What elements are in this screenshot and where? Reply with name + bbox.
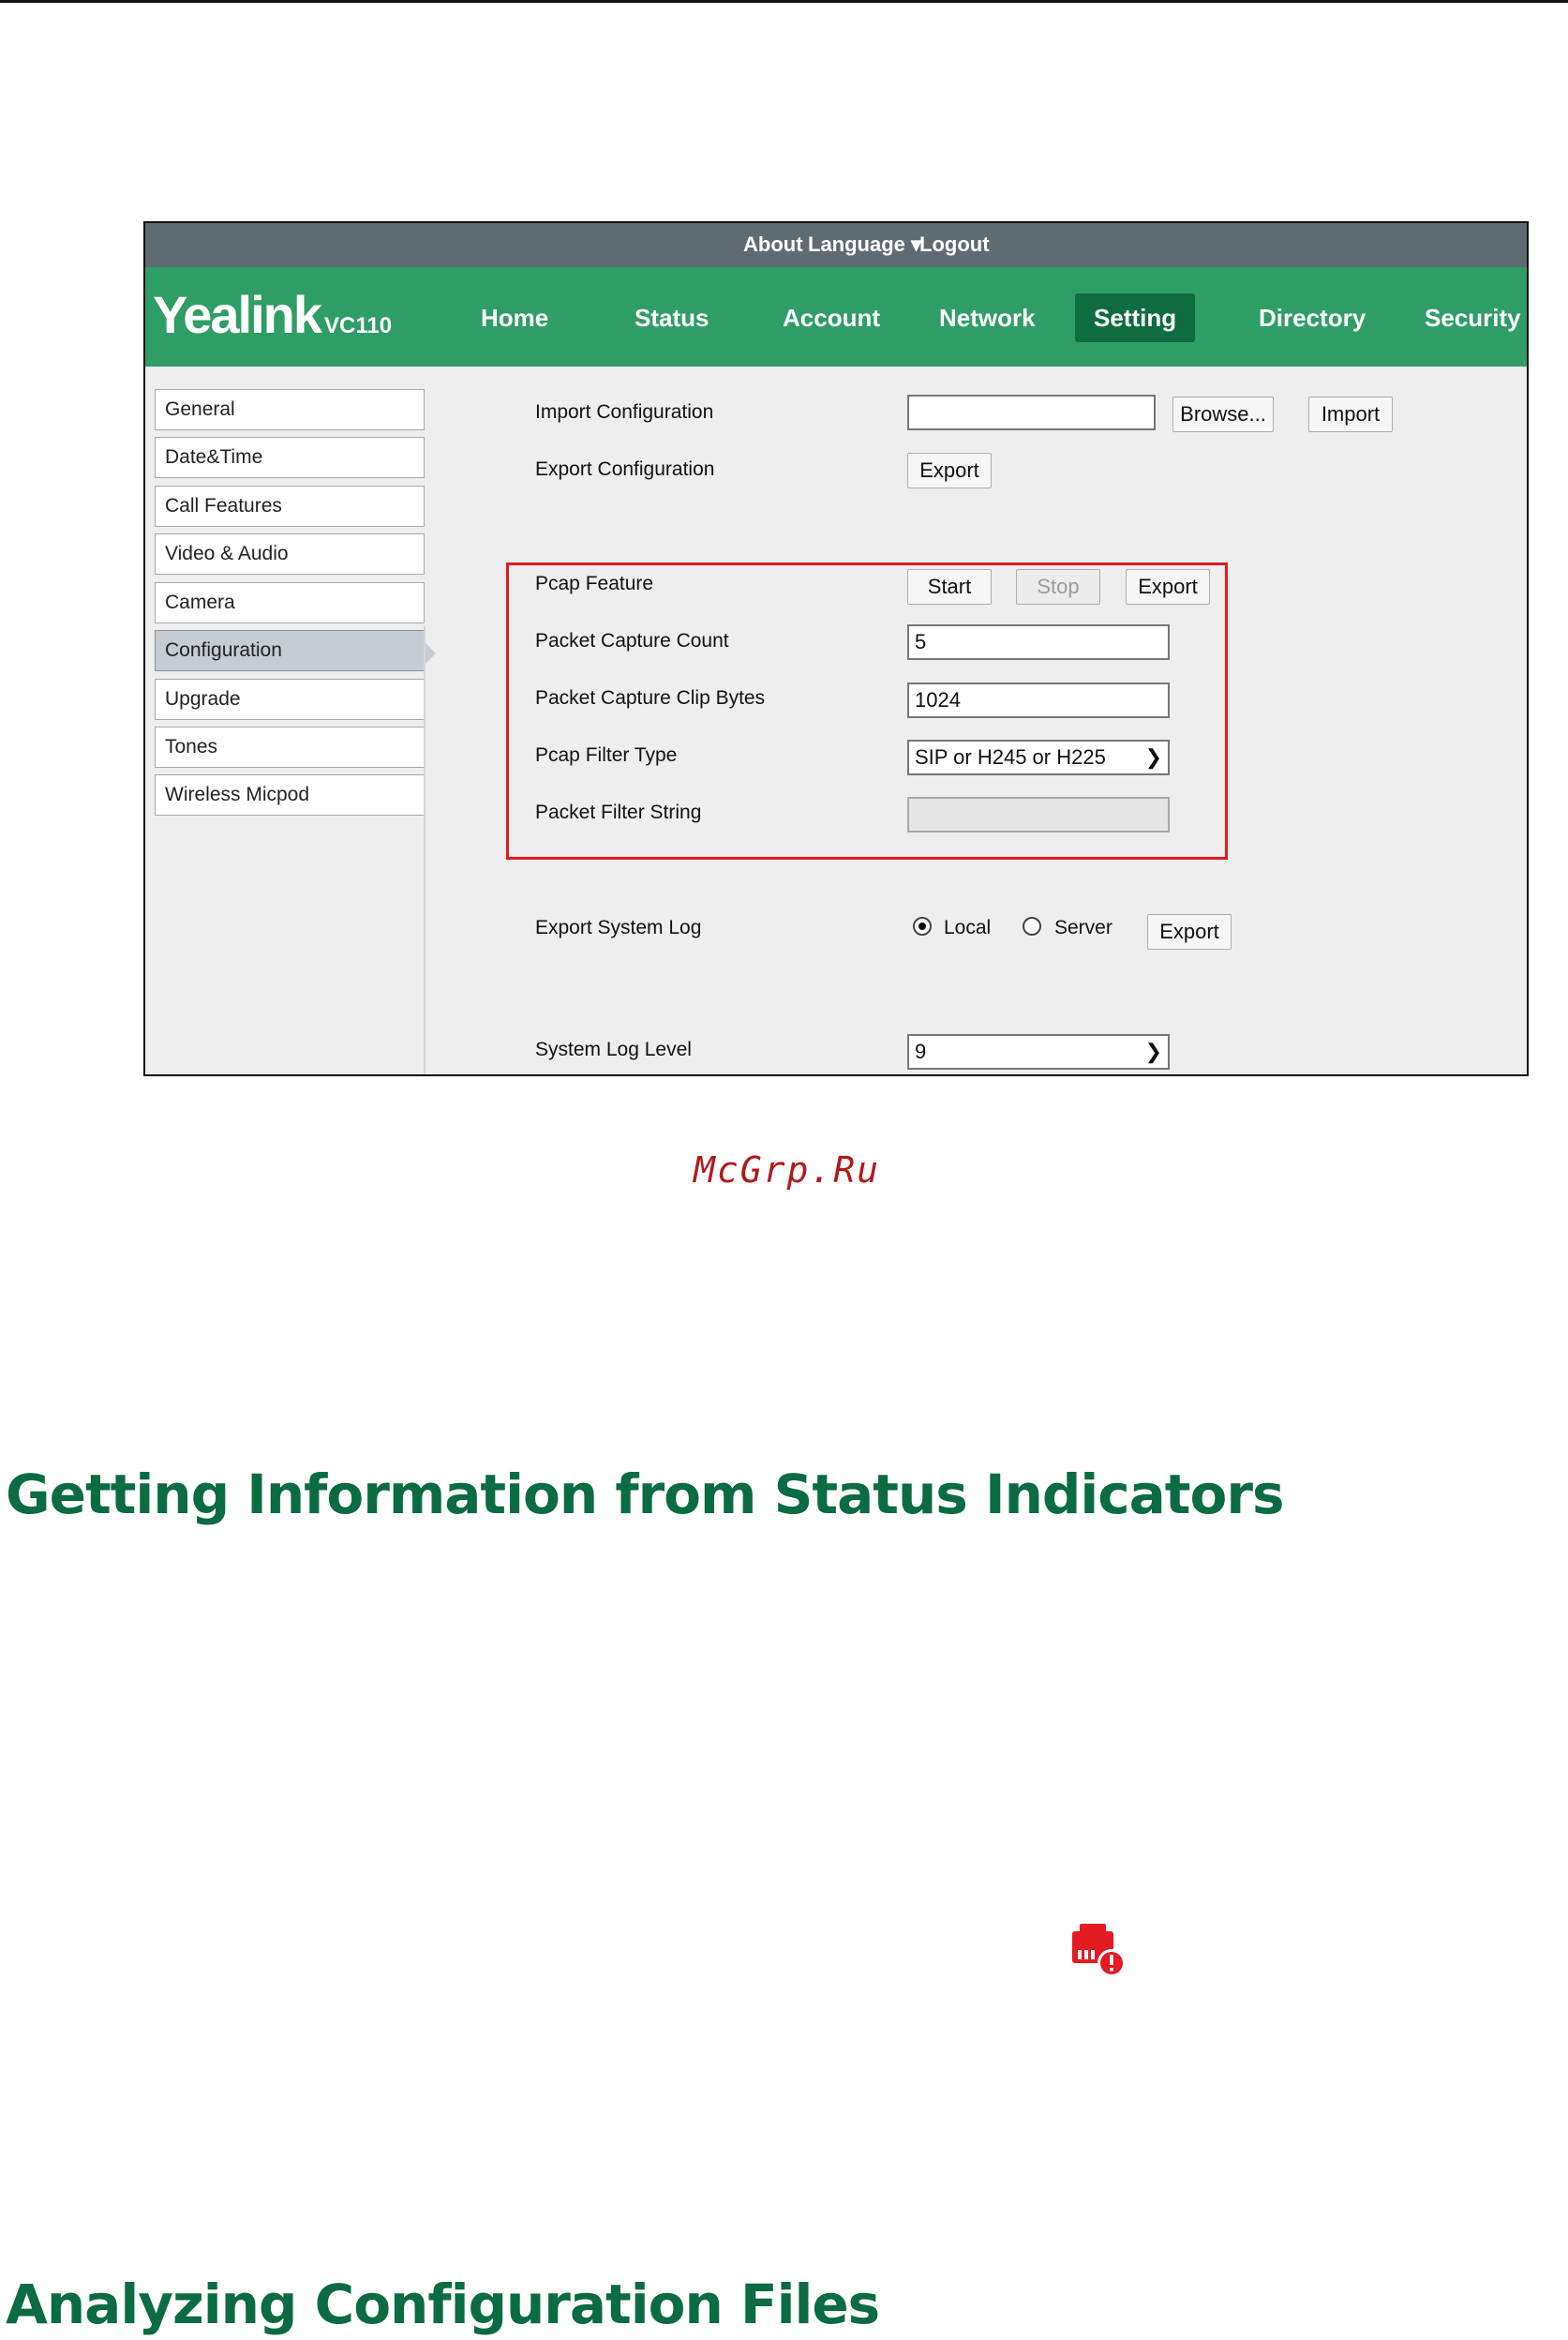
sidebar-divider bbox=[424, 626, 426, 1074]
export-config-label: Export Configuration bbox=[535, 458, 715, 480]
sidebar-item-video-audio[interactable]: Video & Audio bbox=[155, 533, 425, 575]
nav-account[interactable]: Account bbox=[764, 293, 899, 342]
filter-type-select[interactable]: SIP or H245 or H225 ❯ bbox=[907, 740, 1170, 775]
pcap-start-button[interactable]: Start bbox=[907, 569, 992, 605]
radio-server-label: Server bbox=[1054, 917, 1113, 938]
syslog-level-label: System Log Level bbox=[535, 1039, 692, 1060]
nav-network[interactable]: Network bbox=[920, 293, 1054, 342]
sidebar-item-upgrade[interactable]: Upgrade bbox=[155, 679, 425, 720]
export-config-button[interactable]: Export bbox=[907, 453, 992, 488]
pcap-feature-label: Pcap Feature bbox=[535, 573, 654, 594]
nav-status[interactable]: Status bbox=[616, 293, 727, 342]
chevron-down-icon: ❯ bbox=[1144, 745, 1162, 769]
sidebar-item-wireless-micpod[interactable]: Wireless Micpod bbox=[155, 774, 425, 816]
sidebar-item-call-features[interactable]: Call Features bbox=[155, 486, 425, 527]
logout-link[interactable]: Logout bbox=[919, 232, 990, 257]
heading-status-indicators: Getting Information from Status Indicato… bbox=[6, 1462, 1285, 1526]
top-bar: About Language ▾ Logout bbox=[145, 223, 1527, 267]
import-config-label: Import Configuration bbox=[535, 401, 714, 423]
sidebar-item-camera[interactable]: Camera bbox=[155, 582, 425, 623]
capture-count-label: Packet Capture Count bbox=[535, 630, 729, 652]
about-link[interactable]: About bbox=[743, 232, 803, 257]
radio-local[interactable] bbox=[913, 917, 932, 936]
nav-directory[interactable]: Directory bbox=[1240, 293, 1384, 342]
filter-type-label: Pcap Filter Type bbox=[535, 744, 678, 766]
heading-config-files: Analyzing Configuration Files bbox=[6, 2272, 880, 2336]
nav-setting[interactable]: Setting bbox=[1075, 293, 1196, 342]
nav-security[interactable]: Security bbox=[1406, 293, 1527, 342]
active-item-arrow bbox=[425, 642, 436, 665]
clip-bytes-label: Packet Capture Clip Bytes bbox=[535, 687, 766, 709]
capture-count-field[interactable]: 5 bbox=[907, 624, 1170, 660]
sidebar-item-general[interactable]: General bbox=[155, 389, 425, 430]
chevron-down-icon: ❯ bbox=[1144, 1040, 1162, 1063]
page-top-rule bbox=[0, 0, 1568, 3]
import-file-field[interactable] bbox=[907, 395, 1156, 430]
syslog-level-select[interactable]: 9 ❯ bbox=[907, 1034, 1170, 1070]
filter-string-field[interactable] bbox=[907, 797, 1170, 832]
filter-string-label: Packet Filter String bbox=[535, 802, 702, 823]
browse-button[interactable]: Browse... bbox=[1172, 397, 1274, 432]
clip-bytes-field[interactable]: 1024 bbox=[907, 682, 1170, 718]
language-menu[interactable]: Language ▾ bbox=[808, 232, 921, 257]
yealink-logo: Yealink VC110 bbox=[153, 285, 393, 344]
export-syslog-label: Export System Log bbox=[535, 917, 702, 938]
export-syslog-button[interactable]: Export bbox=[1147, 914, 1232, 950]
pcap-stop-button[interactable]: Stop bbox=[1016, 569, 1100, 605]
watermark: McGrp.Ru bbox=[694, 1149, 881, 1191]
import-button[interactable]: Import bbox=[1308, 397, 1393, 432]
main-nav: Yealink VC110 Home Status Account Network… bbox=[145, 267, 1527, 367]
pcap-export-button[interactable]: Export bbox=[1126, 569, 1210, 605]
nav-home[interactable]: Home bbox=[462, 293, 567, 342]
sidebar-item-configuration[interactable]: Configuration bbox=[155, 630, 425, 671]
sidebar-item-datetime[interactable]: Date&Time bbox=[155, 437, 425, 478]
sidebar-item-tones[interactable]: Tones bbox=[155, 727, 425, 768]
network-error-icon bbox=[1072, 1924, 1126, 1977]
radio-server[interactable] bbox=[1023, 917, 1041, 936]
web-ui-screenshot: About Language ▾ Logout Yealink VC110 Hom… bbox=[143, 221, 1529, 1076]
radio-local-label: Local bbox=[944, 917, 992, 938]
